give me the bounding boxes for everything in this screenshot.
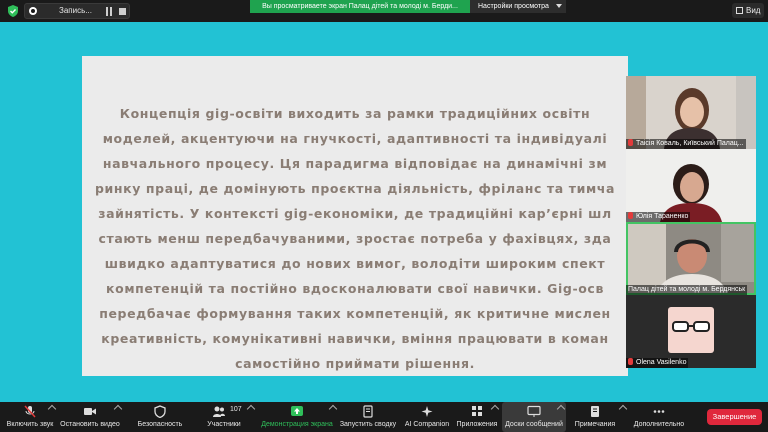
meeting-top-bar: Запись... Вы просматриваете экран Палац …: [0, 0, 768, 22]
recording-indicator[interactable]: Запись...: [24, 3, 130, 19]
apps-button[interactable]: Приложения: [454, 402, 500, 432]
share-screen-button[interactable]: Демонстрация экрана: [260, 402, 338, 432]
grid-view-icon: [736, 7, 743, 14]
meeting-toolbar: Включить звук Остановить видео Безопасно…: [0, 402, 768, 432]
whiteboards-button[interactable]: Доски сообщений: [502, 402, 566, 432]
participant-tile-active-speaker[interactable]: Палац дітей та молоді м. Бердянськ: [626, 222, 756, 295]
view-button[interactable]: Вид: [732, 3, 764, 18]
apps-grid-icon: [472, 406, 482, 416]
audio-options-chevron-icon[interactable]: [47, 404, 57, 414]
more-ellipsis-icon: [653, 410, 665, 413]
participant-tile[interactable]: Юлія Тараненко: [626, 149, 756, 222]
participant-tile[interactable]: Таісія Коваль, Київський Палац...: [626, 76, 756, 149]
participants-icon: [213, 406, 225, 417]
slide-text-line: моделей, акцентуючи на гнучкості, адапти…: [102, 131, 608, 146]
shared-screen-slide: Концепція gig-освіти виходить за рамки т…: [82, 56, 628, 376]
slide-text-line: передбачає формування таких компетенцій,…: [99, 306, 611, 321]
slide-text-line: стають менш передбачуваними, зростає пот…: [98, 231, 612, 246]
participant-video-panel: Таісія Коваль, Київський Палац... Юлія Т…: [626, 76, 756, 368]
whiteboards-options-chevron-icon[interactable]: [556, 404, 566, 414]
share-screen-label: Демонстрация экрана: [261, 421, 333, 428]
record-icon: [29, 7, 37, 15]
view-button-label: Вид: [746, 6, 761, 15]
slide-text-line: компетенцій та постійно вдосконалювати с…: [106, 281, 604, 296]
screen-share-banner: Вы просматриваете экран Палац дітей та м…: [250, 0, 470, 13]
pause-recording-icon[interactable]: [105, 7, 113, 16]
slide-text-line: навчального процесу. Ця парадигма відпов…: [102, 156, 608, 171]
encryption-shield-icon[interactable]: [6, 4, 20, 18]
participant-name: Olena Vasilenko: [626, 358, 689, 368]
security-label: Безопасность: [137, 421, 183, 428]
participants-label: Участники: [207, 421, 241, 428]
share-screen-icon: [291, 406, 303, 416]
stop-video-label: Остановить видео: [60, 421, 120, 428]
stop-video-button[interactable]: Остановить видео: [58, 402, 123, 432]
end-meeting-button[interactable]: Завершение: [707, 409, 762, 425]
participants-count: 107: [230, 406, 242, 413]
muted-mic-icon: [628, 212, 633, 219]
unmute-button[interactable]: Включить звук: [2, 402, 58, 432]
stop-recording-icon[interactable]: [119, 8, 126, 15]
apps-label: Приложения: [456, 421, 498, 428]
ai-companion-button[interactable]: AI Companion: [402, 402, 452, 432]
muted-mic-icon: [628, 358, 633, 365]
more-label: Дополнительно: [633, 421, 685, 428]
start-summary-label: Запустить сводку: [339, 421, 397, 428]
notes-icon: [591, 406, 599, 417]
share-options-chevron-icon[interactable]: [328, 404, 338, 414]
participant-name: Таісія Коваль, Київський Палац...: [626, 139, 746, 149]
slide-text-line: Концепція gig-освіти виходить за рамки т…: [119, 106, 591, 121]
slide-text-line: ринку праці, де домінують проєктна діяль…: [94, 181, 615, 196]
slide-text-line: швидко адаптуватися до нових вимог, воло…: [104, 256, 606, 271]
notes-button[interactable]: Примечания: [572, 402, 628, 432]
apps-options-chevron-icon[interactable]: [490, 404, 500, 414]
start-summary-button[interactable]: Запустить сводку: [338, 402, 398, 432]
participant-tile[interactable]: Olena Vasilenko: [626, 295, 756, 368]
muted-microphone-icon: [24, 405, 36, 418]
slide-text-line: зайнятість. У контексті gig-економіки, д…: [98, 206, 612, 221]
summary-document-icon: [363, 405, 373, 418]
view-options-button[interactable]: Настройки просмотра: [470, 0, 566, 13]
muted-mic-icon: [628, 139, 633, 146]
security-shield-icon: [154, 405, 166, 418]
ai-sparkle-icon: [421, 406, 433, 417]
ai-companion-label: AI Companion: [404, 421, 450, 428]
slide-text-line: самостійно приймати рішення.: [235, 356, 475, 371]
security-button[interactable]: Безопасность: [130, 402, 190, 432]
more-button[interactable]: Дополнительно: [626, 402, 692, 432]
recording-label: Запись...: [59, 6, 92, 15]
whiteboards-label: Доски сообщений: [505, 421, 563, 428]
slide-text-line: креативність, комунікативні навички, вмі…: [101, 331, 609, 346]
video-camera-icon: [84, 408, 96, 415]
participant-name: Палац дітей та молоді м. Бердянськ: [626, 285, 748, 295]
video-options-chevron-icon[interactable]: [113, 404, 123, 414]
participant-name: Юлія Тараненко: [626, 212, 691, 222]
participants-options-chevron-icon[interactable]: [246, 404, 256, 414]
chevron-down-icon: [556, 4, 562, 8]
notes-label: Примечания: [574, 421, 616, 428]
unmute-label: Включить звук: [6, 421, 54, 428]
whiteboard-icon: [527, 405, 541, 417]
participants-button[interactable]: 107 Участники: [196, 402, 256, 432]
view-options-label: Настройки просмотра: [478, 3, 549, 10]
